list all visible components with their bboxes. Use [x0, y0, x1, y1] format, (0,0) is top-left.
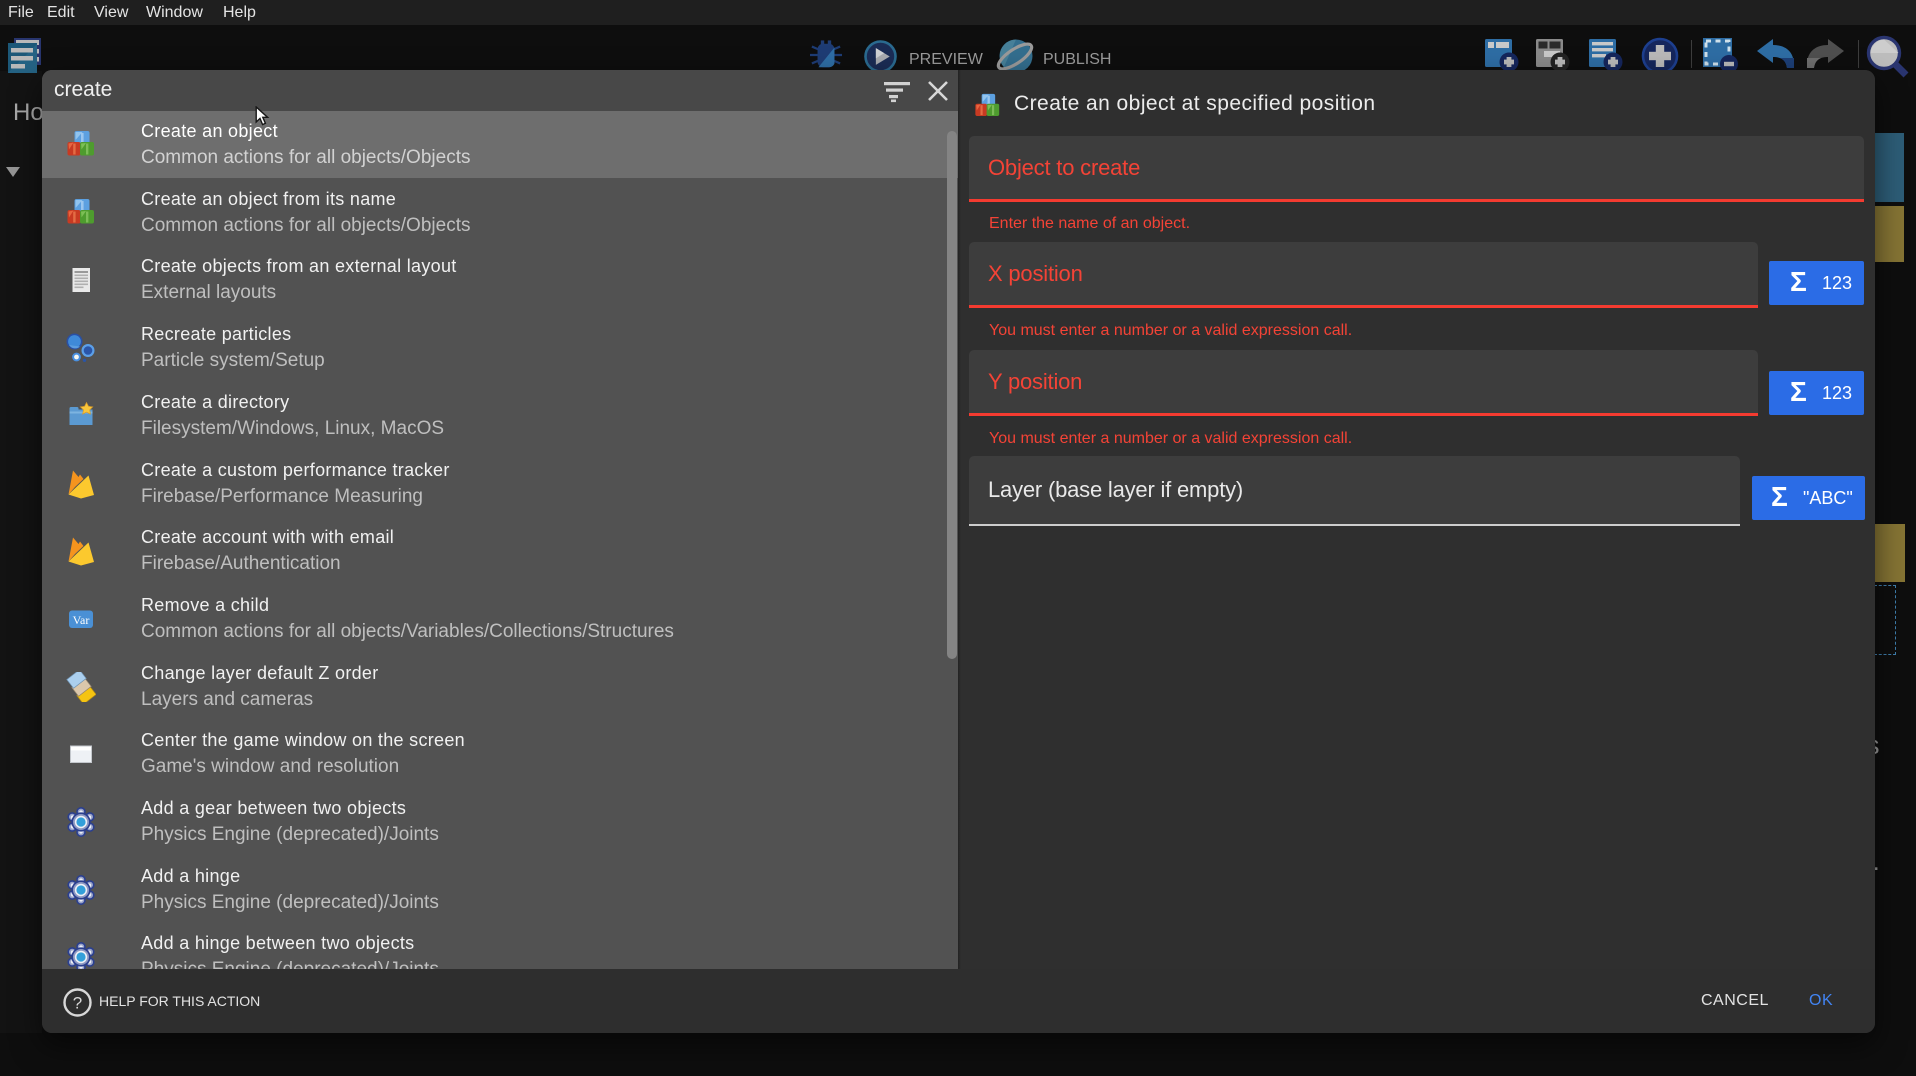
- svg-text:?: ?: [73, 994, 82, 1013]
